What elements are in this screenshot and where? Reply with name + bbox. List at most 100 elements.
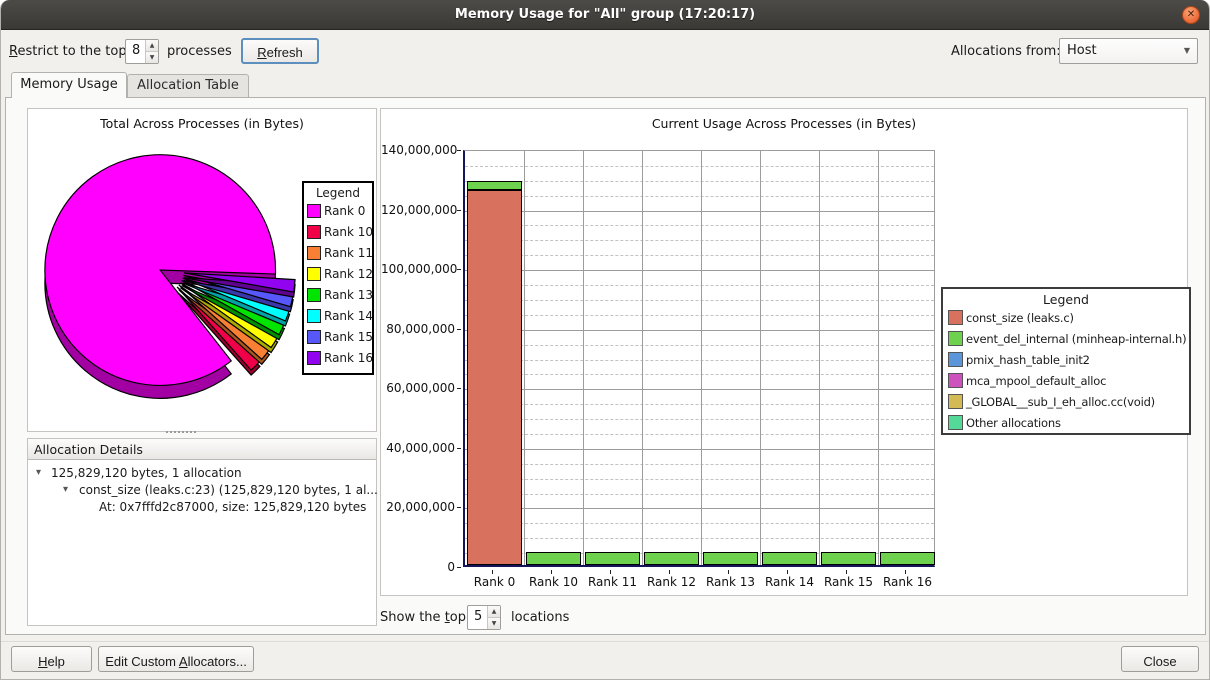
allocations-from-dropdown[interactable]: Host ▼	[1059, 38, 1198, 64]
legend-swatch	[307, 330, 321, 344]
legend-swatch	[948, 331, 963, 346]
legend-item: pmix_hash_table_init2	[943, 349, 1189, 370]
bar-segment	[585, 552, 640, 565]
legend-swatch	[948, 310, 963, 325]
bar-chart-panel: Current Usage Across Processes (in Bytes…	[380, 108, 1188, 596]
x-axis-tick	[728, 570, 729, 574]
legend-swatch	[948, 415, 963, 430]
x-axis-label: Rank 12	[642, 575, 701, 589]
gridline	[465, 181, 934, 182]
legend-label: Rank 15	[324, 330, 373, 344]
memory-usage-window: Memory Usage for "All" group (17:20:17) …	[0, 0, 1210, 680]
bar-segment	[644, 552, 699, 565]
legend-item: Rank 10	[304, 221, 372, 242]
gridline	[465, 255, 934, 256]
gridline	[465, 300, 934, 301]
bar-chart-plot	[463, 150, 935, 567]
legend-label: Rank 12	[324, 267, 373, 281]
gridline	[465, 166, 934, 167]
bar-segment	[526, 552, 581, 565]
legend-swatch	[307, 309, 321, 323]
spin-down-icon[interactable]: ▼	[146, 52, 158, 63]
help-button[interactable]: Help	[11, 646, 92, 672]
show-top-controls: Show the top 5 ▲ ▼ locations	[380, 603, 780, 631]
x-axis-label: Rank 0	[465, 575, 524, 589]
dropdown-arrow-icon: ▼	[1184, 46, 1190, 55]
toolbar: Restrict to the top 8 ▲ ▼ processes Refr…	[1, 36, 1209, 68]
legend-swatch	[307, 267, 321, 281]
legend-label: Rank 11	[324, 246, 373, 260]
refresh-button[interactable]: Refresh	[241, 38, 319, 64]
expander-icon[interactable]: ▾	[36, 467, 41, 478]
gridline	[760, 151, 761, 565]
legend-swatch	[307, 225, 321, 239]
gridline	[465, 345, 934, 346]
bar-segment	[821, 552, 876, 565]
legend-swatch	[948, 394, 963, 409]
legend-item: const_size (leaks.c)	[943, 307, 1189, 328]
tree-row[interactable]: ▾ 125,829,120 bytes, 1 allocation	[36, 466, 380, 482]
legend-label: pmix_hash_table_init2	[966, 353, 1090, 367]
spin-down-icon[interactable]: ▼	[488, 618, 500, 629]
legend-swatch	[307, 246, 321, 260]
pie-chart-panel: Total Across Processes (in Bytes) Legend…	[27, 108, 377, 432]
y-axis-tick	[457, 210, 461, 211]
close-button[interactable]: Close	[1121, 646, 1199, 672]
bar-segment	[762, 552, 817, 565]
legend-item: Rank 15	[304, 326, 372, 347]
window-title: Memory Usage for "All" group (17:20:17)	[1, 7, 1209, 22]
legend-swatch	[307, 204, 321, 218]
x-axis-label: Rank 13	[701, 575, 760, 589]
legend-label: Rank 0	[324, 204, 365, 218]
allocations-from-label: Allocations from:	[951, 44, 1061, 59]
gridline	[465, 523, 934, 524]
tree-row[interactable]: ▾ const_size (leaks.c:23) (125,829,120 b…	[36, 483, 380, 499]
gridline	[465, 360, 934, 361]
y-axis-label: 140,000,000	[381, 143, 455, 157]
y-axis-tick	[457, 567, 461, 568]
y-axis-label: 100,000,000	[381, 262, 455, 276]
legend-item: event_del_internal (minheap-internal.h)	[943, 328, 1189, 349]
y-axis-label: 120,000,000	[381, 203, 455, 217]
y-axis-tick	[457, 507, 461, 508]
bar-segment	[467, 181, 522, 190]
tab-allocation-table[interactable]: Allocation Table	[127, 74, 249, 98]
gridline	[465, 404, 934, 405]
locations-label: locations	[511, 610, 569, 625]
processes-spinbox[interactable]: 8 ▲ ▼	[125, 39, 159, 64]
tree-row[interactable]: At: 0x7fffd2c87000, size: 125,829,120 by…	[36, 500, 380, 516]
legend-label: Rank 16	[324, 351, 373, 365]
edit-custom-allocators-button[interactable]: Edit Custom Allocators...	[98, 646, 254, 672]
footer-separator	[1, 641, 1209, 643]
gridline	[465, 225, 934, 226]
locations-spinbox[interactable]: 5 ▲ ▼	[467, 605, 501, 630]
x-axis-tick	[846, 570, 847, 574]
y-axis-label: 20,000,000	[381, 500, 455, 514]
processes-spinbox-value[interactable]: 8	[126, 40, 145, 63]
tab-memory-usage[interactable]: Memory Usage	[11, 72, 127, 98]
gridline	[465, 419, 934, 420]
x-axis-tick	[492, 570, 493, 574]
legend-item: Rank 12	[304, 263, 372, 284]
gridline	[819, 151, 820, 565]
pie-legend-title: Legend	[304, 186, 372, 200]
expander-icon[interactable]: ▾	[63, 484, 68, 495]
allocation-details-header: Allocation Details	[28, 439, 376, 460]
locations-spinbox-value[interactable]: 5	[468, 606, 487, 629]
legend-swatch	[948, 352, 963, 367]
legend-item: mca_mpool_default_alloc	[943, 370, 1189, 391]
legend-label: mca_mpool_default_alloc	[966, 374, 1106, 388]
legend-label: Rank 10	[324, 225, 373, 239]
legend-item: Rank 11	[304, 242, 372, 263]
window-close-button[interactable]: ✕	[1182, 6, 1200, 24]
bar-chart-title: Current Usage Across Processes (in Bytes…	[381, 116, 1187, 131]
y-axis-label: 60,000,000	[381, 381, 455, 395]
spin-up-icon[interactable]: ▲	[488, 606, 500, 618]
spin-up-icon[interactable]: ▲	[146, 40, 158, 52]
y-axis-tick	[457, 150, 461, 151]
splitter-handle[interactable]	[166, 431, 196, 434]
y-axis-tick	[457, 269, 461, 270]
legend-item: Other allocations	[943, 412, 1189, 433]
gridline	[524, 151, 525, 565]
y-axis-tick	[457, 388, 461, 389]
